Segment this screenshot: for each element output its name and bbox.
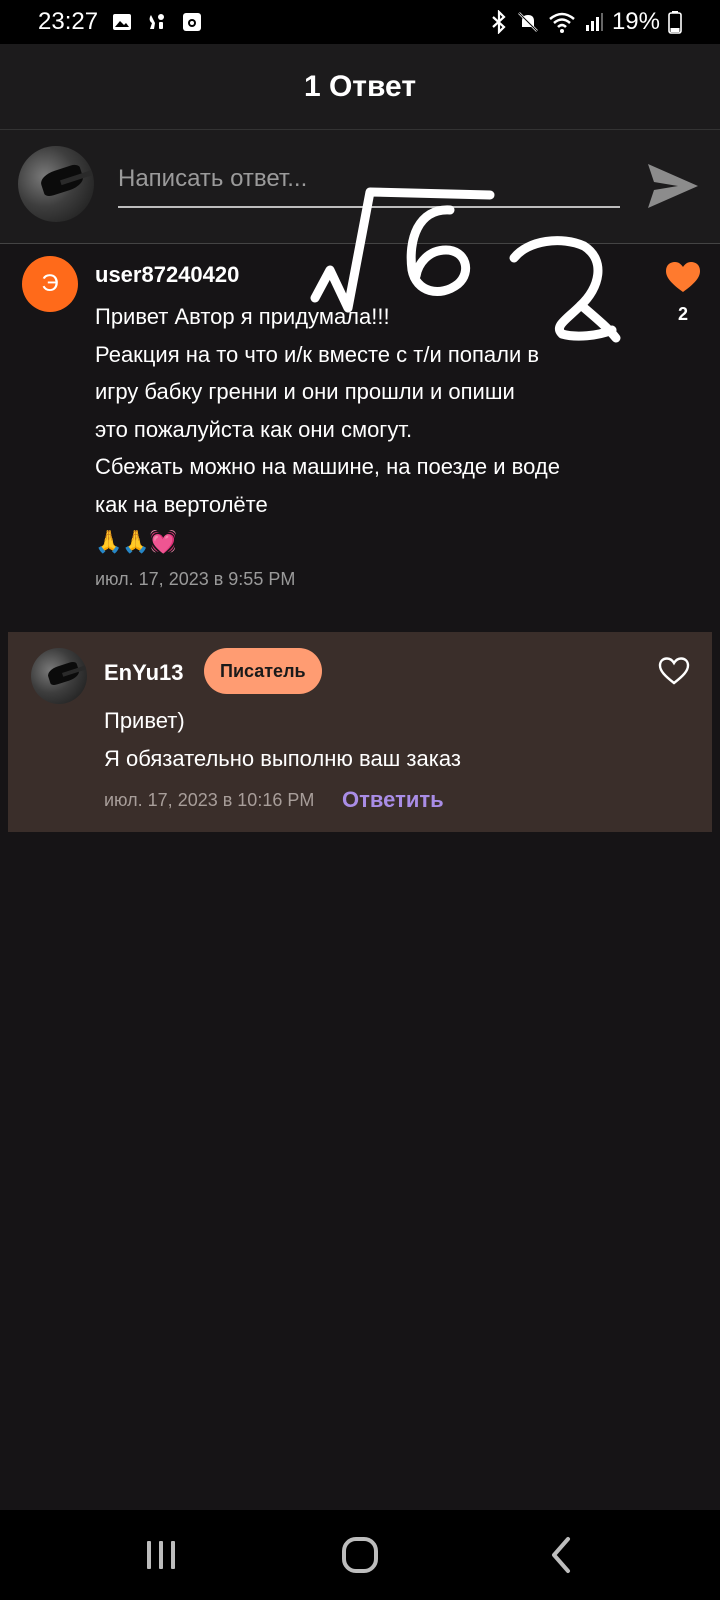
comment-line: Привет Автор я придумала!!! [95, 304, 390, 329]
wifi-icon [549, 12, 575, 33]
comment: Э user87240420 Привет Автор я придумала!… [0, 244, 720, 614]
reply-text: Привет) Я обязательно выполню ваш заказ [104, 702, 461, 778]
home-icon[interactable] [338, 1535, 384, 1575]
commenter-username[interactable]: user87240420 [95, 262, 239, 288]
reply-line: Привет) [104, 708, 185, 733]
reply-input[interactable] [118, 152, 620, 208]
battery-percent: 19% [611, 8, 660, 35]
status-bar: 23:27 19% [0, 0, 720, 44]
comment-text: Привет Автор я придумала!!! Реакция на т… [95, 298, 635, 561]
back-icon[interactable] [540, 1535, 586, 1575]
bluetooth-icon [492, 10, 506, 34]
comment-emojis: 🙏🙏💓 [95, 529, 178, 554]
comment-line: Сбежать можно на машине, на поезде и вод… [95, 454, 560, 479]
writer-badge: Писатель [204, 648, 322, 694]
heart-outline-icon[interactable] [658, 656, 690, 686]
page-title: 1 Ответ [303, 69, 417, 103]
replier-avatar[interactable] [31, 648, 87, 704]
comment-line: игру бабку гренни и они прошли и опиши [95, 379, 515, 404]
recents-icon[interactable] [138, 1535, 184, 1575]
page-header: 1 Ответ [0, 44, 720, 130]
comment-line: это пожалуйста как они смогут. [95, 416, 413, 442]
status-time: 23:27 [38, 8, 99, 35]
like-count: 2 [677, 304, 688, 324]
send-icon[interactable] [644, 160, 702, 212]
reply-composer [0, 130, 720, 244]
reply-button[interactable]: Ответить [342, 787, 444, 813]
gallery-icon [113, 14, 132, 30]
comment-timestamp: июл. 17, 2023 в 9:55 PM [95, 569, 296, 589]
notification-icon [149, 14, 165, 29]
mute-icon [518, 12, 538, 32]
reply-comment: EnYu13 Писатель Привет) Я обязательно вы… [8, 632, 712, 832]
battery-icon [668, 11, 682, 34]
user-avatar [18, 146, 94, 222]
reply-line: Я обязательно выполню ваш заказ [104, 746, 461, 771]
heart-filled-icon[interactable] [664, 260, 702, 294]
reply-timestamp: июл. 17, 2023 в 10:16 PM [104, 790, 315, 810]
comment-line: как на вертолёте [95, 491, 268, 517]
media-icon [183, 13, 202, 31]
replier-username[interactable]: EnYu13 [104, 660, 183, 686]
signal-icon [585, 13, 603, 31]
commenter-avatar[interactable]: Э [22, 256, 78, 312]
comment-line: Реакция на то что и/к вместе с т/и попал… [95, 341, 540, 367]
system-nav-bar [0, 1510, 720, 1600]
